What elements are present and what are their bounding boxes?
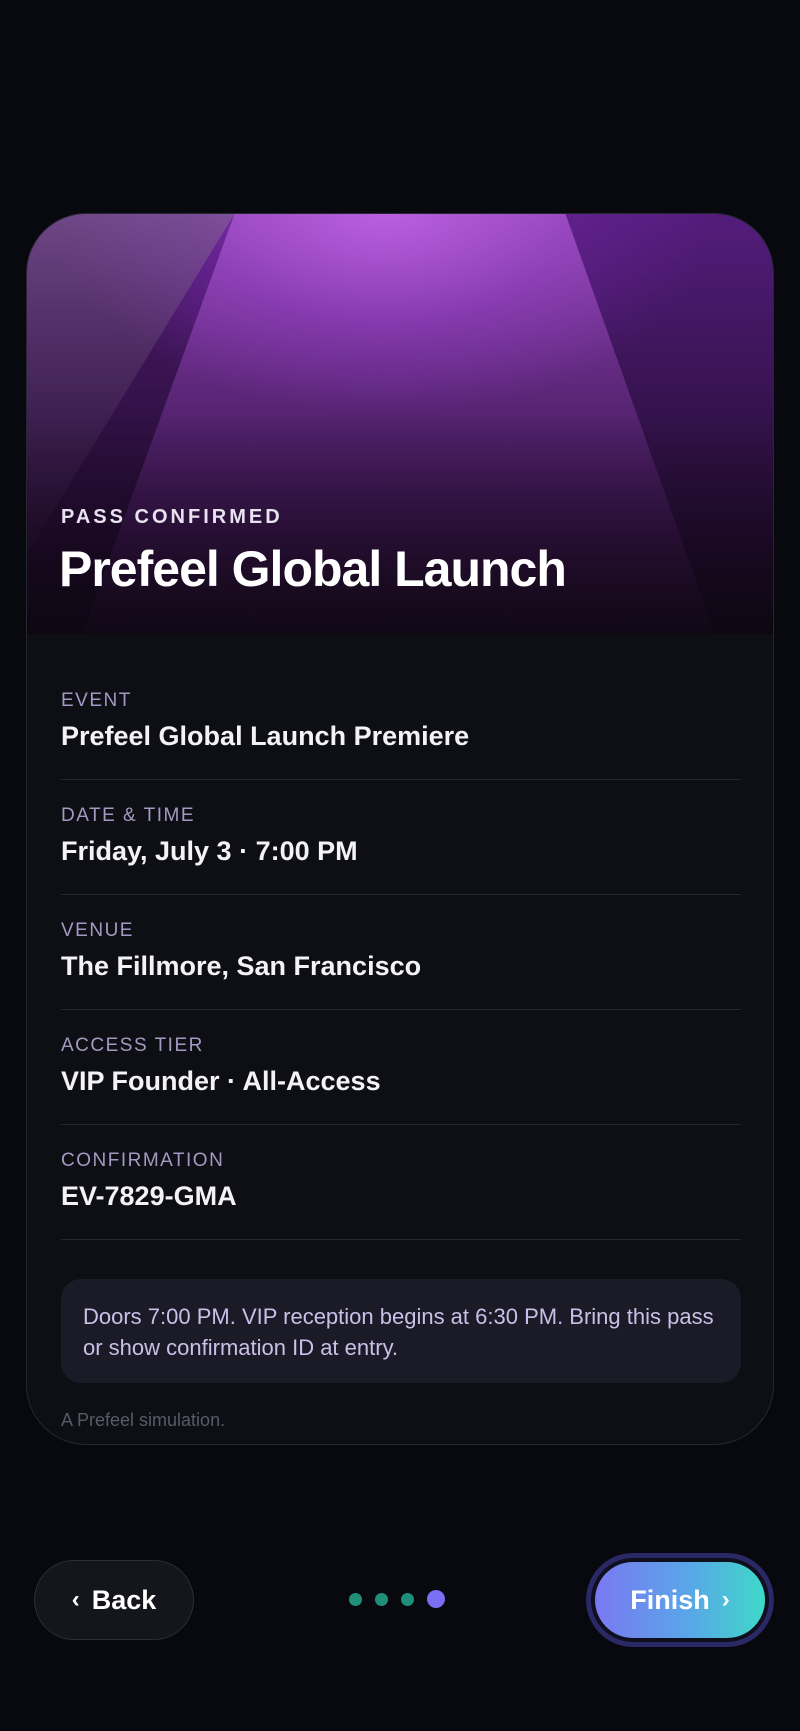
detail-label: VENUE <box>61 920 134 941</box>
step-dot <box>375 1592 388 1606</box>
detail-label: EVENT <box>61 690 132 711</box>
finish-button[interactable]: Finish › <box>595 1562 765 1638</box>
detail-label: ACCESS TIER <box>61 1035 204 1056</box>
event-pass-card: PASS CONFIRMED Prefeel Global Launch EVE… <box>26 213 774 1445</box>
detail-value: Prefeel Global Launch Premiere <box>61 721 470 751</box>
detail-value: Friday, July 3 · 7:00 PM <box>61 836 358 866</box>
finish-button-ring: Finish › <box>586 1553 774 1647</box>
step-dot <box>349 1592 362 1606</box>
back-button[interactable]: ‹ Back <box>34 1560 194 1640</box>
event-title: Prefeel Global Launch <box>59 541 567 597</box>
pass-details-list: EVENT Prefeel Global Launch Premiere DAT… <box>61 634 741 1240</box>
step-indicator <box>349 1590 445 1608</box>
pass-status-label: PASS CONFIRMED <box>61 506 283 528</box>
detail-row-venue: VENUE The Fillmore, San Francisco <box>61 895 741 1010</box>
detail-label: CONFIRMATION <box>61 1150 225 1171</box>
detail-row-event: EVENT Prefeel Global Launch Premiere <box>61 634 741 780</box>
hero-banner: PASS CONFIRMED Prefeel Global Launch <box>27 214 773 634</box>
detail-label: DATE & TIME <box>61 805 196 826</box>
back-label: Back <box>91 1584 157 1615</box>
pass-confirmation-screen: PASS CONFIRMED Prefeel Global Launch EVE… <box>0 0 800 1731</box>
detail-row-access-tier: ACCESS TIER VIP Founder · All-Access <box>61 1010 741 1125</box>
step-dot-active <box>427 1590 445 1608</box>
entry-notice: Doors 7:00 PM. VIP reception begins at 6… <box>61 1279 741 1383</box>
chevron-left-icon: ‹ <box>71 1586 80 1613</box>
detail-row-date-time: DATE & TIME Friday, July 3 · 7:00 PM <box>61 780 741 895</box>
detail-row-confirmation: CONFIRMATION EV-7829-GMA <box>61 1125 741 1240</box>
detail-value: VIP Founder · All-Access <box>61 1066 381 1096</box>
simulation-footnote: A Prefeel simulation. <box>61 1410 226 1430</box>
chevron-right-icon: › <box>721 1586 730 1613</box>
finish-label: Finish <box>630 1584 710 1615</box>
step-dot <box>401 1592 414 1606</box>
confirmation-id: EV-7829-GMA <box>61 1181 237 1211</box>
detail-value: The Fillmore, San Francisco <box>61 951 422 981</box>
